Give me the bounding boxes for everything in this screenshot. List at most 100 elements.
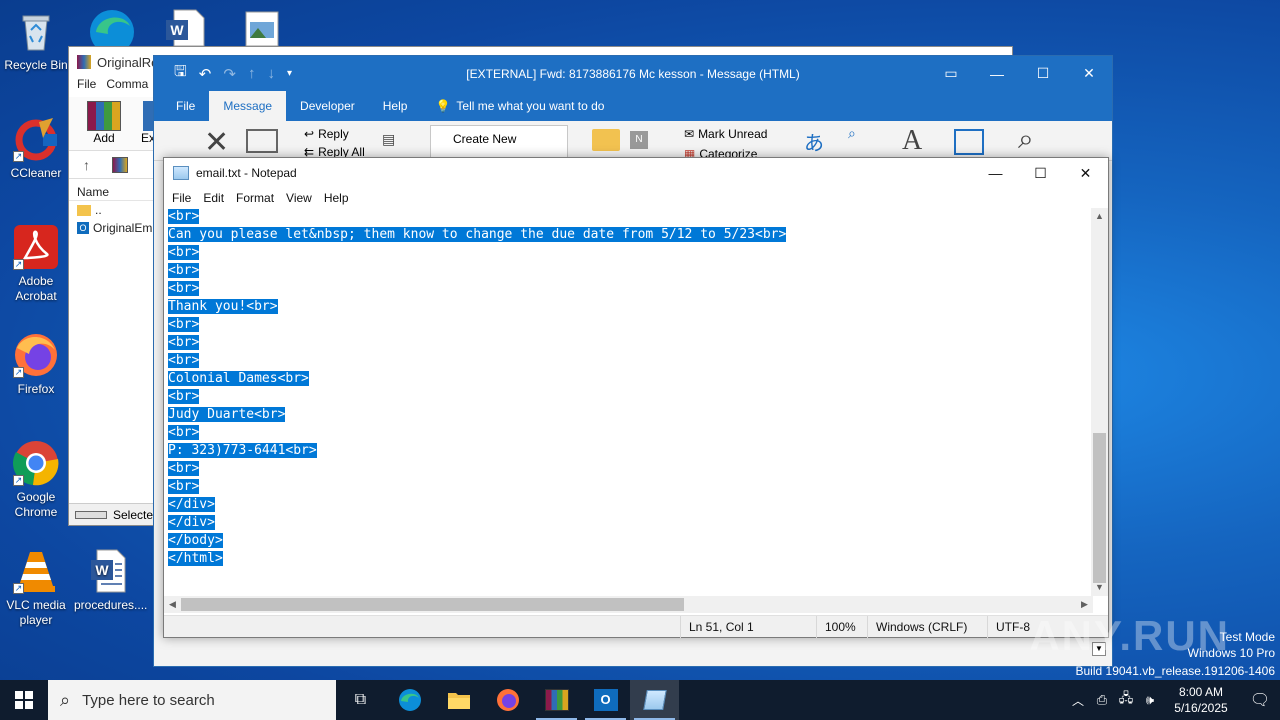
scroll-up-icon[interactable]: ▲ (1091, 208, 1108, 225)
clock-time: 8:00 AM (1178, 685, 1224, 699)
quick-steps-gallery[interactable]: Create New (430, 125, 568, 161)
menu-help[interactable]: Help (318, 191, 355, 205)
minimize-button[interactable]: — (974, 56, 1020, 91)
taskbar-notepad[interactable] (630, 680, 679, 720)
horizontal-scrollbar[interactable]: ◀ ▶ (164, 596, 1093, 613)
find-icon[interactable]: ⌕ (848, 125, 856, 142)
menu-view[interactable]: View (280, 191, 318, 205)
edge-desktop-icon[interactable] (88, 6, 136, 54)
zoom-icon[interactable]: ⌕ (1018, 123, 1034, 156)
taskbar-firefox[interactable] (483, 680, 532, 720)
windows-logo-icon (15, 691, 33, 709)
desktop-icon-procedures-doc[interactable]: W procedures.... (74, 548, 147, 613)
horizontal-scroll-thumb[interactable] (181, 598, 684, 611)
ccleaner-icon: ↗ (13, 116, 59, 162)
clock-date: 5/16/2025 (1174, 701, 1228, 715)
scroll-right-icon[interactable]: ▶ (1076, 596, 1093, 613)
desktop-icon-vlc[interactable]: ↗ VLC media player (0, 548, 72, 628)
taskbar-outlook[interactable]: O (581, 680, 630, 720)
text-line: <br> (164, 478, 1093, 496)
previous-item-icon[interactable]: ↑ (248, 65, 256, 82)
close-button[interactable]: ✕ (1066, 56, 1112, 91)
winrar-add-button[interactable]: Add (87, 97, 121, 150)
taskbar-search-box[interactable]: ⌕ Type here to search (48, 680, 336, 720)
network-icon[interactable]: 🖧 (1114, 689, 1138, 711)
archive-icon[interactable] (246, 129, 278, 153)
text-line: Judy Duarte<br> (164, 406, 1093, 424)
text-line: <br> (164, 334, 1093, 352)
create-new-quick-step[interactable]: Create New (431, 126, 567, 146)
undo-icon[interactable]: ↶ (199, 65, 212, 83)
word-document-icon[interactable]: W (164, 8, 206, 47)
desktop-icon-google-chrome[interactable]: ↗ Google Chrome (0, 440, 72, 520)
scroll-left-icon[interactable]: ◀ (164, 596, 181, 613)
taskbar-edge[interactable] (385, 680, 434, 720)
customize-toolbar-icon[interactable]: ▾ (287, 68, 292, 79)
desktop-icon-label: Google Chrome (14, 490, 58, 519)
text-line: </div> (164, 496, 1093, 514)
volume-icon[interactable]: 🕪 (1138, 692, 1162, 708)
next-item-icon[interactable]: ↓ (267, 65, 275, 82)
save-icon[interactable]: 🖫 (174, 61, 187, 86)
maximize-button[interactable]: ☐ (1018, 158, 1063, 188)
close-button[interactable]: ✕ (1063, 158, 1108, 188)
read-aloud-icon[interactable]: A (902, 125, 922, 157)
clock[interactable]: 8:00 AM 5/16/2025 (1162, 684, 1240, 716)
task-view-button[interactable]: ⧉ (336, 680, 385, 720)
winrar-menu-commands[interactable]: Comma (106, 77, 148, 97)
redo-icon[interactable]: ↷ (223, 65, 236, 83)
maximize-button[interactable]: ☐ (1020, 56, 1066, 91)
taskbar-winrar[interactable] (532, 680, 581, 720)
outlook-title-bar[interactable]: 🖫 ↶ ↷ ↑ ↓ ▾ [EXTERNAL] Fwd: 8173886176 M… (154, 56, 1112, 91)
tab-developer[interactable]: Developer (286, 91, 369, 121)
desktop-icon-recycle-bin[interactable]: Recycle Bin (0, 8, 72, 73)
move-folder-icon[interactable] (592, 129, 620, 151)
notepad-window[interactable]: email.txt - Notepad — ☐ ✕ File Edit Form… (163, 157, 1109, 638)
tab-message[interactable]: Message (209, 91, 287, 121)
translate-icon[interactable]: あ (804, 127, 824, 156)
taskbar-file-explorer[interactable] (434, 680, 483, 720)
winrar-app-icon (77, 55, 91, 69)
drive-icon (75, 510, 107, 519)
show-hidden-icons-icon[interactable]: ︿ (1066, 692, 1090, 709)
winrar-add-label: Add (93, 131, 115, 145)
notepad-title-bar[interactable]: email.txt - Notepad — ☐ ✕ (164, 158, 1108, 188)
list-item-label: .. (95, 203, 102, 217)
immersive-reader-icon[interactable] (954, 129, 984, 155)
tell-me-search[interactable]: 💡 Tell me what you want to do (421, 91, 604, 121)
desktop-icon-firefox[interactable]: ↗ Firefox (0, 332, 72, 397)
reply-button[interactable]: ↩ Reply (304, 127, 349, 141)
delete-icon[interactable]: ✕ (204, 125, 229, 160)
desktop-icon-adobe-acrobat[interactable]: ↗ Adobe Acrobat (0, 224, 72, 304)
tab-file[interactable]: File (162, 91, 209, 121)
vertical-scroll-thumb[interactable] (1093, 433, 1106, 583)
menu-format[interactable]: Format (230, 191, 280, 205)
selected-text: Colonial Dames<br> (168, 371, 309, 386)
notifications-icon[interactable]: 🗨 (1240, 690, 1280, 710)
winrar-extract-icon (143, 101, 153, 131)
desktop: Recycle Bin ↗ CCleaner ↗ Adobe Acrobat ↗… (0, 0, 1280, 680)
mark-unread-button[interactable]: ✉ Mark Unread (684, 127, 767, 141)
desktop-icon-ccleaner[interactable]: ↗ CCleaner (0, 116, 72, 181)
menu-edit[interactable]: Edit (197, 191, 230, 205)
winrar-icon (544, 689, 569, 711)
shortcut-arrow-icon: ↗ (13, 367, 24, 378)
selected-text: </div> (168, 497, 215, 512)
up-arrow-icon[interactable]: ↑ (83, 157, 90, 173)
minimize-button[interactable]: — (973, 158, 1018, 188)
image-file-icon[interactable] (244, 10, 280, 47)
winrar-menu-file[interactable]: File (77, 77, 96, 97)
more-respond-icon[interactable]: ▤ (382, 131, 395, 148)
notepad-text-area[interactable]: <br> Can you please let&nbsp; them know t… (164, 208, 1093, 596)
vertical-scrollbar[interactable]: ▲ ▼ (1091, 208, 1108, 596)
tab-help[interactable]: Help (369, 91, 422, 121)
start-button[interactable] (0, 680, 48, 720)
message-ribbon: ✕ ↩ Reply ⇇ Reply All ▤ Create New N ✉ Mark… (154, 121, 1112, 161)
scroll-down-icon[interactable]: ▼ (1091, 579, 1108, 596)
device-icon[interactable]: ⎙ (1090, 692, 1114, 708)
desktop-icon-label: CCleaner (10, 166, 62, 180)
ribbon-display-options-icon[interactable]: ▭ (928, 56, 974, 91)
menu-file[interactable]: File (166, 191, 197, 205)
onenote-icon[interactable]: N (630, 131, 648, 149)
status-zoom: 100% (816, 616, 867, 638)
